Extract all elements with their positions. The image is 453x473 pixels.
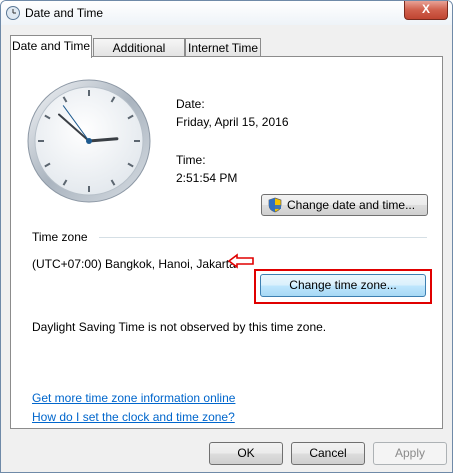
section-divider (99, 237, 427, 238)
cancel-button[interactable]: Cancel (291, 442, 365, 465)
time-label: Time: (176, 153, 206, 167)
date-value: Friday, April 15, 2016 (176, 115, 289, 129)
date-time-app-icon (6, 6, 20, 20)
change-date-time-label: Change date and time... (287, 198, 416, 212)
apply-button[interactable]: Apply (373, 442, 447, 465)
time-value: 2:51:54 PM (176, 171, 238, 185)
how-to-set-clock-link[interactable]: How do I set the clock and time zone? (32, 410, 235, 424)
uac-shield-icon (268, 197, 282, 213)
change-time-zone-button[interactable]: Change time zone... (260, 274, 426, 297)
title-bar[interactable]: Date and Time X (1, 1, 452, 25)
change-date-time-button[interactable]: Change date and time... (261, 194, 428, 216)
date-time-dialog: Date and Time X Date and Time Additional… (0, 0, 453, 473)
date-label: Date: (176, 97, 205, 111)
tab-internet-time[interactable]: Internet Time (185, 38, 261, 57)
red-arrow-annotation-icon (227, 253, 254, 269)
time-zone-value: (UTC+07:00) Bangkok, Hanoi, Jakarta (32, 257, 236, 271)
tab-panel: Date: Friday, April 15, 2016 Time: 2:51:… (10, 56, 443, 429)
close-button[interactable]: X (404, 1, 448, 20)
tab-date-and-time[interactable]: Date and Time (10, 35, 92, 58)
ok-button[interactable]: OK (209, 442, 283, 465)
dst-note: Daylight Saving Time is not observed by … (32, 320, 327, 334)
window-title: Date and Time (25, 6, 104, 20)
time-zone-section-label: Time zone (32, 230, 88, 244)
tab-additional-clocks[interactable]: Additional Clocks (93, 38, 185, 73)
more-time-zone-info-link[interactable]: Get more time zone information online (32, 391, 235, 405)
analog-clock (27, 79, 151, 203)
